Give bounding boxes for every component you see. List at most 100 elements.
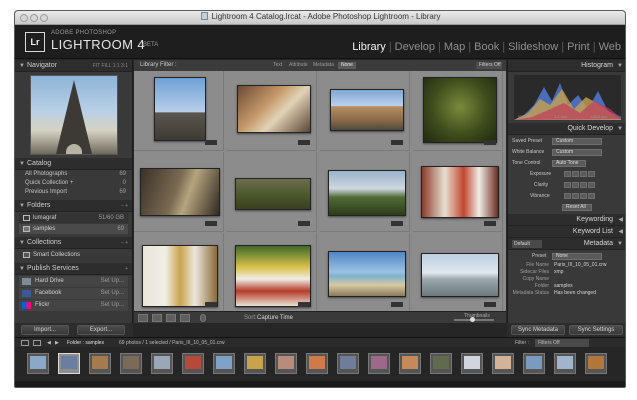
filmstrip-thumbnail[interactable]	[430, 353, 452, 374]
grid-cell[interactable]	[320, 71, 410, 151]
grid-cell[interactable]	[227, 152, 317, 232]
smart-collections-item[interactable]: Smart Collections	[19, 250, 128, 260]
catalog-item-quick-collection[interactable]: Quick Collection +0	[15, 179, 132, 188]
grid-view-icon[interactable]	[138, 314, 148, 322]
module-print[interactable]: Print	[567, 41, 590, 53]
publish-services-header[interactable]: ▼ Publish Services +	[15, 263, 132, 275]
filmstrip-thumbnail[interactable]	[368, 353, 390, 374]
compare-view-icon[interactable]	[166, 314, 176, 322]
grid-cell[interactable]	[320, 233, 410, 313]
palm-trees-photo[interactable]	[328, 170, 406, 216]
stone-lion-photo[interactable]	[423, 77, 497, 143]
filmstrip-thumbnail[interactable]	[585, 353, 607, 374]
parade-photo[interactable]	[421, 166, 499, 218]
navigator-header[interactable]: ▼ Navigator FIT FILL 1:1 3:1	[15, 60, 132, 72]
quick-develop-header[interactable]: Quick Develop ▼	[508, 123, 625, 135]
export-button[interactable]: Export...	[77, 325, 125, 335]
add-service-icon[interactable]: +	[125, 263, 128, 275]
sync-metadata-button[interactable]: Sync Metadata	[511, 325, 565, 335]
statue-photo[interactable]	[154, 77, 206, 141]
grid-cell[interactable]	[413, 71, 503, 151]
grid-cell[interactable]	[134, 152, 224, 232]
filter-tab-attribute[interactable]: Attribute	[286, 62, 311, 69]
add-collection-icon[interactable]: – +	[121, 237, 128, 249]
loupe-view-icon[interactable]	[152, 314, 162, 322]
beach-photo[interactable]	[328, 251, 406, 297]
keywording-header[interactable]: Keywording ◀	[508, 214, 625, 226]
filmstrip-thumbnail[interactable]	[151, 353, 173, 374]
thumbnail-slider-knob[interactable]	[470, 317, 475, 322]
auto-tone-button[interactable]: Auto Tone	[552, 160, 586, 167]
colosseum-photo[interactable]	[330, 89, 404, 131]
filmstrip-thumbnail[interactable]	[306, 353, 328, 374]
filmstrip-thumbnail[interactable]	[554, 353, 576, 374]
filter-presets-dropdown[interactable]: Filters Off	[476, 62, 502, 69]
filmstrip-thumbnail[interactable]	[523, 353, 545, 374]
sync-settings-button[interactable]: Sync Settings	[569, 325, 623, 335]
grid-cell[interactable]	[134, 71, 224, 151]
module-develop[interactable]: Develop	[395, 41, 435, 53]
metadata-preset-dropdown[interactable]: None	[552, 253, 602, 260]
grid-cell[interactable]	[227, 71, 317, 151]
navigator-preview[interactable]	[29, 75, 118, 155]
volume-lumagraf[interactable]: lumagraf 51/60 GB	[19, 213, 128, 223]
folder-samples[interactable]: samples 69	[19, 224, 128, 234]
service-flickr[interactable]: Flickr Set Up...	[19, 300, 128, 311]
filmstrip-thumbnail[interactable]	[58, 353, 80, 374]
secondary-display-icon[interactable]	[21, 340, 29, 346]
grid-cell[interactable]	[413, 152, 503, 232]
module-map[interactable]: Map	[444, 41, 465, 53]
grid-cell[interactable]	[134, 233, 224, 313]
filter-tab-text[interactable]: Text	[270, 62, 285, 69]
reset-all-button[interactable]: Reset All	[562, 204, 592, 211]
saved-preset-dropdown[interactable]: Custom	[552, 138, 602, 145]
filter-tab-none[interactable]: None	[338, 62, 356, 69]
filmstrip-thumbnail[interactable]	[27, 353, 49, 374]
catalog-item-all-photographs[interactable]: All Photographs 69	[15, 170, 132, 179]
filmstrip-thumbnail[interactable]	[337, 353, 359, 374]
filmstrip-thumbnail[interactable]	[89, 353, 111, 374]
white-balance-dropdown[interactable]: Custom	[552, 149, 602, 156]
histogram-graph[interactable]: ISO 12 1.1 mm 1/400 sec	[514, 75, 621, 120]
metadata-header[interactable]: Default Metadata ▼	[508, 238, 625, 250]
folders-header[interactable]: ▼ Folders – +	[15, 200, 132, 212]
metadata-preset-select[interactable]: Default	[512, 240, 542, 248]
histogram-header[interactable]: Histogram ▼	[508, 60, 625, 72]
filmstrip-thumbnail[interactable]	[275, 353, 297, 374]
filmstrip-thumbnail[interactable]	[182, 353, 204, 374]
navigator-zoom-options[interactable]: FIT FILL 1:1 3:1	[93, 60, 128, 72]
filmstrip-thumbnail[interactable]	[244, 353, 266, 374]
harbor-photo[interactable]	[421, 253, 499, 297]
service-hard-drive[interactable]: Hard Drive Set Up...	[19, 276, 128, 287]
field-photo[interactable]	[235, 178, 311, 210]
collections-header[interactable]: ▼ Collections – +	[15, 237, 132, 249]
filmstrip-thumbnail[interactable]	[213, 353, 235, 374]
filmstrip-thumbnail[interactable]	[399, 353, 421, 374]
filmstrip-thumbnail[interactable]	[492, 353, 514, 374]
keyword-list-header[interactable]: Keyword List ◀	[508, 226, 625, 238]
grid-cell[interactable]	[227, 233, 317, 313]
survey-view-icon[interactable]	[180, 314, 190, 322]
add-folder-icon[interactable]: – +	[121, 200, 128, 212]
grid-cell[interactable]	[320, 152, 410, 232]
spray-can-icon[interactable]	[200, 314, 206, 322]
service-facebook[interactable]: Facebook Set Up...	[19, 288, 128, 299]
interior-photo[interactable]	[237, 85, 311, 133]
module-slideshow[interactable]: Slideshow	[508, 41, 558, 53]
collapse-triangle-icon[interactable]: ▼	[19, 60, 25, 72]
filmstrip-thumbnail[interactable]	[120, 353, 142, 374]
grid-cell[interactable]	[413, 233, 503, 313]
filmstrip-thumbnail[interactable]	[461, 353, 483, 374]
dancers-photo[interactable]	[235, 245, 311, 307]
import-button[interactable]: Import...	[21, 325, 69, 335]
grid-icon[interactable]	[33, 340, 41, 346]
sort-dropdown[interactable]: Capture Time	[257, 312, 293, 324]
module-library[interactable]: Library	[352, 41, 386, 53]
module-book[interactable]: Book	[474, 41, 499, 53]
catalog-header[interactable]: ▼ Catalog	[15, 158, 132, 170]
catalog-item-previous-import[interactable]: Previous Import 69	[15, 188, 132, 197]
module-web[interactable]: Web	[599, 41, 621, 53]
children-photo[interactable]	[142, 245, 218, 307]
bottom-panel-toggle[interactable]	[15, 381, 625, 387]
filter-tab-metadata[interactable]: Metadata	[310, 62, 337, 69]
